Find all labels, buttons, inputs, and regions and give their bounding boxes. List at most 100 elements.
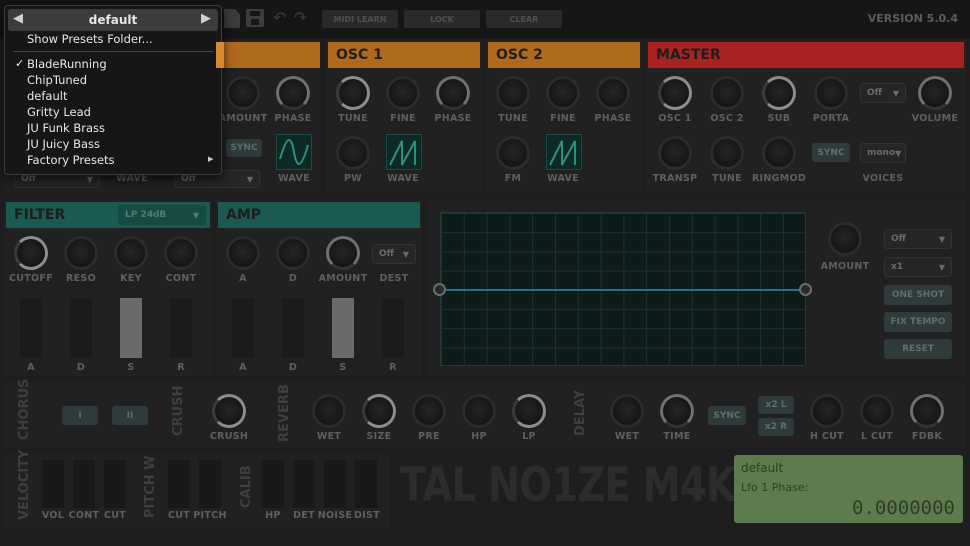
calib-noise-slider[interactable] [324, 460, 346, 508]
osc2-tune-knob[interactable] [496, 76, 530, 110]
amp-attack-slider[interactable] [232, 298, 254, 358]
velocity-vol-slider[interactable] [42, 460, 64, 508]
master-ringmod-knob[interactable] [762, 136, 796, 170]
master-ringmod-label: RINGMOD [751, 173, 807, 184]
preset-item[interactable]: Gritty Lead [27, 105, 91, 119]
preset-item[interactable]: JU Juicy Bass [27, 137, 100, 151]
amp-amount-knob[interactable] [326, 236, 360, 270]
factory-presets-item[interactable]: Factory Presets [27, 153, 115, 167]
next-preset-icon[interactable]: ▶ [201, 11, 211, 26]
delay-time-knob[interactable] [660, 394, 694, 428]
master-transp-knob[interactable] [658, 136, 692, 170]
osc1-tune-knob[interactable] [336, 76, 370, 110]
preset-item[interactable]: BladeRunning [27, 57, 107, 71]
osc1-phase-knob[interactable] [436, 76, 470, 110]
lfo-sync-button[interactable]: SYNC [226, 139, 262, 157]
filter-cont-knob[interactable] [164, 236, 198, 270]
pitchw-pitch-slider[interactable] [199, 460, 221, 508]
master-osc2-knob[interactable] [710, 76, 744, 110]
master-sync-button[interactable]: SYNC [812, 143, 850, 162]
amp-sustain-slider[interactable] [332, 298, 354, 358]
osc2-phase-knob[interactable] [596, 76, 630, 110]
delay-fdbk-knob[interactable] [910, 394, 944, 428]
filter-type-dropdown[interactable]: LP 24dB ▼ [118, 205, 206, 225]
env-speed-dropdown[interactable]: x1 ▼ [884, 257, 952, 277]
master-osc1-knob[interactable] [658, 76, 692, 110]
filter-sustain-slider[interactable] [120, 298, 142, 358]
preset-selector[interactable]: default [8, 9, 218, 31]
filter-reso-knob[interactable] [64, 236, 98, 270]
filter-release-slider[interactable] [170, 298, 192, 358]
fix-tempo-button[interactable]: FIX TEMPO [884, 312, 952, 332]
env-dest-dropdown[interactable]: Off ▼ [884, 229, 952, 249]
clear-button[interactable]: CLEAR [486, 10, 562, 28]
delay-x2r-button[interactable]: x2 R [758, 418, 794, 436]
filter-cutoff-knob[interactable] [14, 236, 48, 270]
velocity-cont-slider[interactable] [73, 460, 95, 508]
master-tune-knob[interactable] [710, 136, 744, 170]
filter-key-knob[interactable] [114, 236, 148, 270]
delay-sync-button[interactable]: SYNC [708, 406, 746, 425]
pitchw-cut-slider[interactable] [168, 460, 190, 508]
one-shot-button[interactable]: ONE SHOT [884, 285, 952, 305]
midi-learn-button[interactable]: MIDI LEARN [322, 10, 398, 28]
master-volume-knob[interactable] [918, 76, 952, 110]
osc2-fm-knob[interactable] [496, 136, 530, 170]
chorus-i-button[interactable]: I [62, 406, 98, 425]
osc1-phase-label: PHASE [434, 113, 472, 124]
reverb-hp-knob[interactable] [462, 394, 496, 428]
filter-decay-slider[interactable] [70, 298, 92, 358]
velocity-cut-slider[interactable] [104, 460, 126, 508]
lfo-wave-display[interactable] [276, 134, 312, 170]
preset-item[interactable]: default [27, 89, 67, 103]
amp-release-slider[interactable] [382, 298, 404, 358]
undo-icon[interactable]: ↶ [273, 8, 286, 27]
reverb-size-knob[interactable] [362, 394, 396, 428]
calib-dist-slider[interactable] [355, 460, 377, 508]
amp-decay-slider[interactable] [282, 298, 304, 358]
crush-title: CRUSH [171, 385, 186, 436]
show-presets-folder-item[interactable]: Show Presets Folder... [27, 32, 153, 46]
filter-attack-slider[interactable] [20, 298, 42, 358]
prev-preset-icon[interactable]: ◀ [13, 11, 23, 26]
save-icon[interactable] [246, 9, 264, 27]
chorus-ii-button[interactable]: II [112, 406, 148, 425]
calib-hp-slider[interactable] [262, 460, 284, 508]
envelope-end-handle[interactable] [799, 283, 812, 296]
delay-hcut-label: H CUT [810, 431, 844, 442]
delay-lcut-knob[interactable] [860, 394, 894, 428]
osc1-pw-knob[interactable] [336, 136, 370, 170]
master-porta-knob[interactable] [814, 76, 848, 110]
lfo-amount-knob[interactable] [226, 76, 260, 110]
reverb-pre-knob[interactable] [412, 394, 446, 428]
lfo-phase-knob[interactable] [276, 76, 310, 110]
calib-det-slider[interactable] [293, 460, 315, 508]
porta-mode-dropdown[interactable]: Off ▼ [860, 83, 906, 103]
master-sub-knob[interactable] [762, 76, 796, 110]
delay-x2l-button[interactable]: x2 L [758, 396, 794, 414]
osc1-wave-display[interactable] [386, 134, 422, 170]
reverb-wet-knob[interactable] [312, 394, 346, 428]
amp-a-knob[interactable] [226, 236, 260, 270]
preset-item[interactable]: ChipTuned [27, 73, 87, 87]
crush-knob[interactable] [212, 394, 246, 428]
amp-dest-dropdown[interactable]: Off ▼ [372, 244, 416, 264]
redo-icon[interactable]: ↷ [294, 8, 307, 27]
delay-hcut-knob[interactable] [810, 394, 844, 428]
envelope-start-handle[interactable] [433, 283, 446, 296]
voices-dropdown[interactable]: mono ▼ [860, 143, 906, 163]
osc1-fine-knob[interactable] [386, 76, 420, 110]
preset-current-name: default [88, 13, 138, 27]
reset-button[interactable]: RESET [884, 339, 952, 359]
new-preset-icon[interactable] [224, 9, 240, 28]
preset-item[interactable]: JU Funk Brass [27, 121, 105, 135]
delay-time-label: TIME [663, 431, 691, 442]
osc2-wave-display[interactable] [546, 134, 582, 170]
amp-d-knob[interactable] [276, 236, 310, 270]
saw-wave-icon [389, 140, 416, 166]
delay-wet-knob[interactable] [610, 394, 644, 428]
lock-button[interactable]: LOCK [404, 10, 480, 28]
env-amount-knob[interactable] [828, 222, 862, 256]
osc2-fine-knob[interactable] [546, 76, 580, 110]
reverb-lp-knob[interactable] [512, 394, 546, 428]
